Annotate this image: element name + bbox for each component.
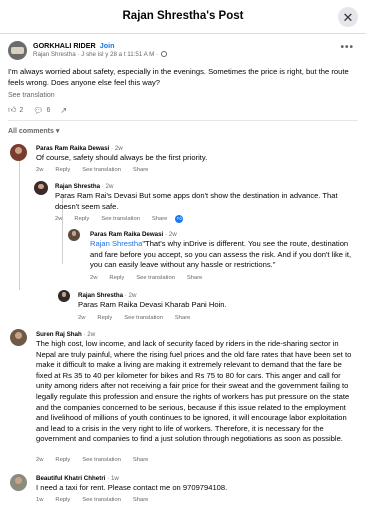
comment-time: · 2w: [83, 331, 96, 338]
thread-line: [19, 160, 20, 290]
commenter-name[interactable]: Paras Ram Raika Dewasi: [36, 145, 109, 152]
group-avatar[interactable]: [8, 41, 27, 60]
close-icon: ✕: [342, 9, 354, 25]
like-button[interactable]: 2w: [78, 315, 85, 321]
comment-text: Rajan Shrestha"That's why inDrive is dif…: [90, 239, 352, 270]
see-translation-link[interactable]: See translation: [124, 315, 163, 321]
commenter-name[interactable]: Beautiful Khatri Chhetri: [36, 475, 105, 482]
comment-time: · 1w: [107, 475, 119, 482]
avatar[interactable]: [58, 290, 70, 302]
comment-count-button[interactable]: 💬︎ 6: [33, 106, 50, 115]
comment-actions: 2w Reply See translation Share: [36, 457, 160, 463]
reply-button[interactable]: Reply: [97, 315, 112, 321]
avatar[interactable]: [34, 181, 48, 195]
post-header: Rajan Shrestha's Post ✕: [0, 0, 366, 34]
see-translation-link[interactable]: See translation: [82, 497, 121, 503]
comment-actions: 2w Reply See translation Share: [90, 275, 214, 281]
comment-text: I need a taxi for rent. Please contact m…: [36, 483, 228, 492]
reply-button[interactable]: Reply: [55, 167, 70, 173]
post-author-name[interactable]: Rajan Shrestha: [33, 51, 76, 58]
share-button[interactable]: ↗: [60, 106, 70, 115]
avatar[interactable]: [68, 229, 80, 241]
share-button[interactable]: Share: [175, 315, 190, 321]
comment-actions: 1w Reply See translation Share: [36, 497, 160, 503]
comment-text: Paras Ram Raika Devasi Kharab Pani Hoin.: [78, 300, 227, 309]
see-translation-link[interactable]: See translation: [82, 457, 121, 463]
post-timestamp: · J she isl y 28 a t 11:51 A M ·: [77, 51, 159, 58]
reply-button[interactable]: Reply: [55, 497, 70, 503]
reply-button[interactable]: Reply: [74, 216, 89, 222]
page-title: Rajan Shrestha's Post: [122, 10, 244, 22]
avatar[interactable]: [10, 329, 27, 346]
thumbs-up-icon: 👍︎: [8, 105, 17, 114]
share-button[interactable]: Share: [133, 167, 148, 173]
commenter-name[interactable]: Rajan Shrestha: [55, 183, 100, 190]
like-button[interactable]: 2w: [36, 167, 43, 173]
share-button[interactable]: Share: [133, 457, 148, 463]
share-button[interactable]: Share: [152, 216, 167, 222]
reply-button[interactable]: Reply: [55, 457, 70, 463]
all-comments-dropdown[interactable]: All comments ▾: [8, 127, 59, 135]
post-author-block: GORKHALI RIDER Join Rajan Shrestha · J s…: [8, 40, 358, 62]
mention-link[interactable]: Rajan Shrestha: [90, 239, 142, 248]
comment-count: 6: [46, 106, 51, 114]
like-button[interactable]: 1w: [36, 497, 43, 503]
reaction-bar: 👍︎ 2 💬︎ 6 ↗: [8, 105, 80, 115]
like-count-button[interactable]: 👍︎ 2: [8, 105, 23, 115]
like-count: 2: [19, 106, 24, 114]
share-button[interactable]: Share: [187, 275, 202, 281]
see-translation-link[interactable]: See translation: [8, 92, 55, 99]
share-icon: ↗: [60, 105, 68, 115]
commenter-name[interactable]: Suren Raj Shah: [36, 331, 82, 338]
like-reaction-icon: 👍︎: [175, 215, 184, 223]
like-button[interactable]: 2w: [90, 275, 97, 281]
comment-time: · 2w: [124, 292, 137, 299]
like-button[interactable]: 2w: [36, 457, 43, 463]
comment-actions: 2w Reply See translation Share 👍︎: [55, 215, 195, 223]
comment-time: · 2w: [165, 231, 177, 238]
join-button[interactable]: Join: [100, 41, 115, 50]
avatar[interactable]: [10, 474, 27, 491]
see-translation-link[interactable]: See translation: [82, 167, 121, 173]
commenter-name[interactable]: Rajan Shrestha: [78, 292, 123, 299]
comment-time: · 2w: [101, 183, 114, 190]
commenter-name[interactable]: Paras Ram Raika Dewasi: [90, 231, 163, 238]
close-button[interactable]: ✕: [338, 7, 358, 27]
see-translation-link[interactable]: See translation: [136, 275, 175, 281]
like-button[interactable]: 2w: [55, 216, 62, 222]
divider: [8, 120, 358, 121]
comment-actions: 2w Reply See translation Share: [78, 315, 202, 321]
avatar[interactable]: [10, 144, 27, 161]
group-name[interactable]: GORKHALI RIDER: [33, 41, 96, 50]
share-button[interactable]: Share: [133, 497, 148, 503]
globe-icon: [160, 51, 167, 57]
comment-text: Of course, safety should always be the f…: [36, 153, 208, 162]
see-translation-link[interactable]: See translation: [101, 216, 140, 222]
comment-icon: 💬︎: [33, 105, 44, 115]
comment-text: Paras Ram Rai's Devasi But some apps don…: [55, 191, 338, 211]
comment-actions: 2w Reply See translation Share: [36, 167, 160, 173]
reply-button[interactable]: Reply: [109, 275, 124, 281]
comment-text: The high cost, low income, and lack of s…: [36, 339, 352, 444]
comment-time: · 2w: [111, 145, 123, 152]
more-options-icon[interactable]: •••: [340, 42, 354, 53]
post-body: I'm always worried about safety, especia…: [8, 67, 349, 87]
